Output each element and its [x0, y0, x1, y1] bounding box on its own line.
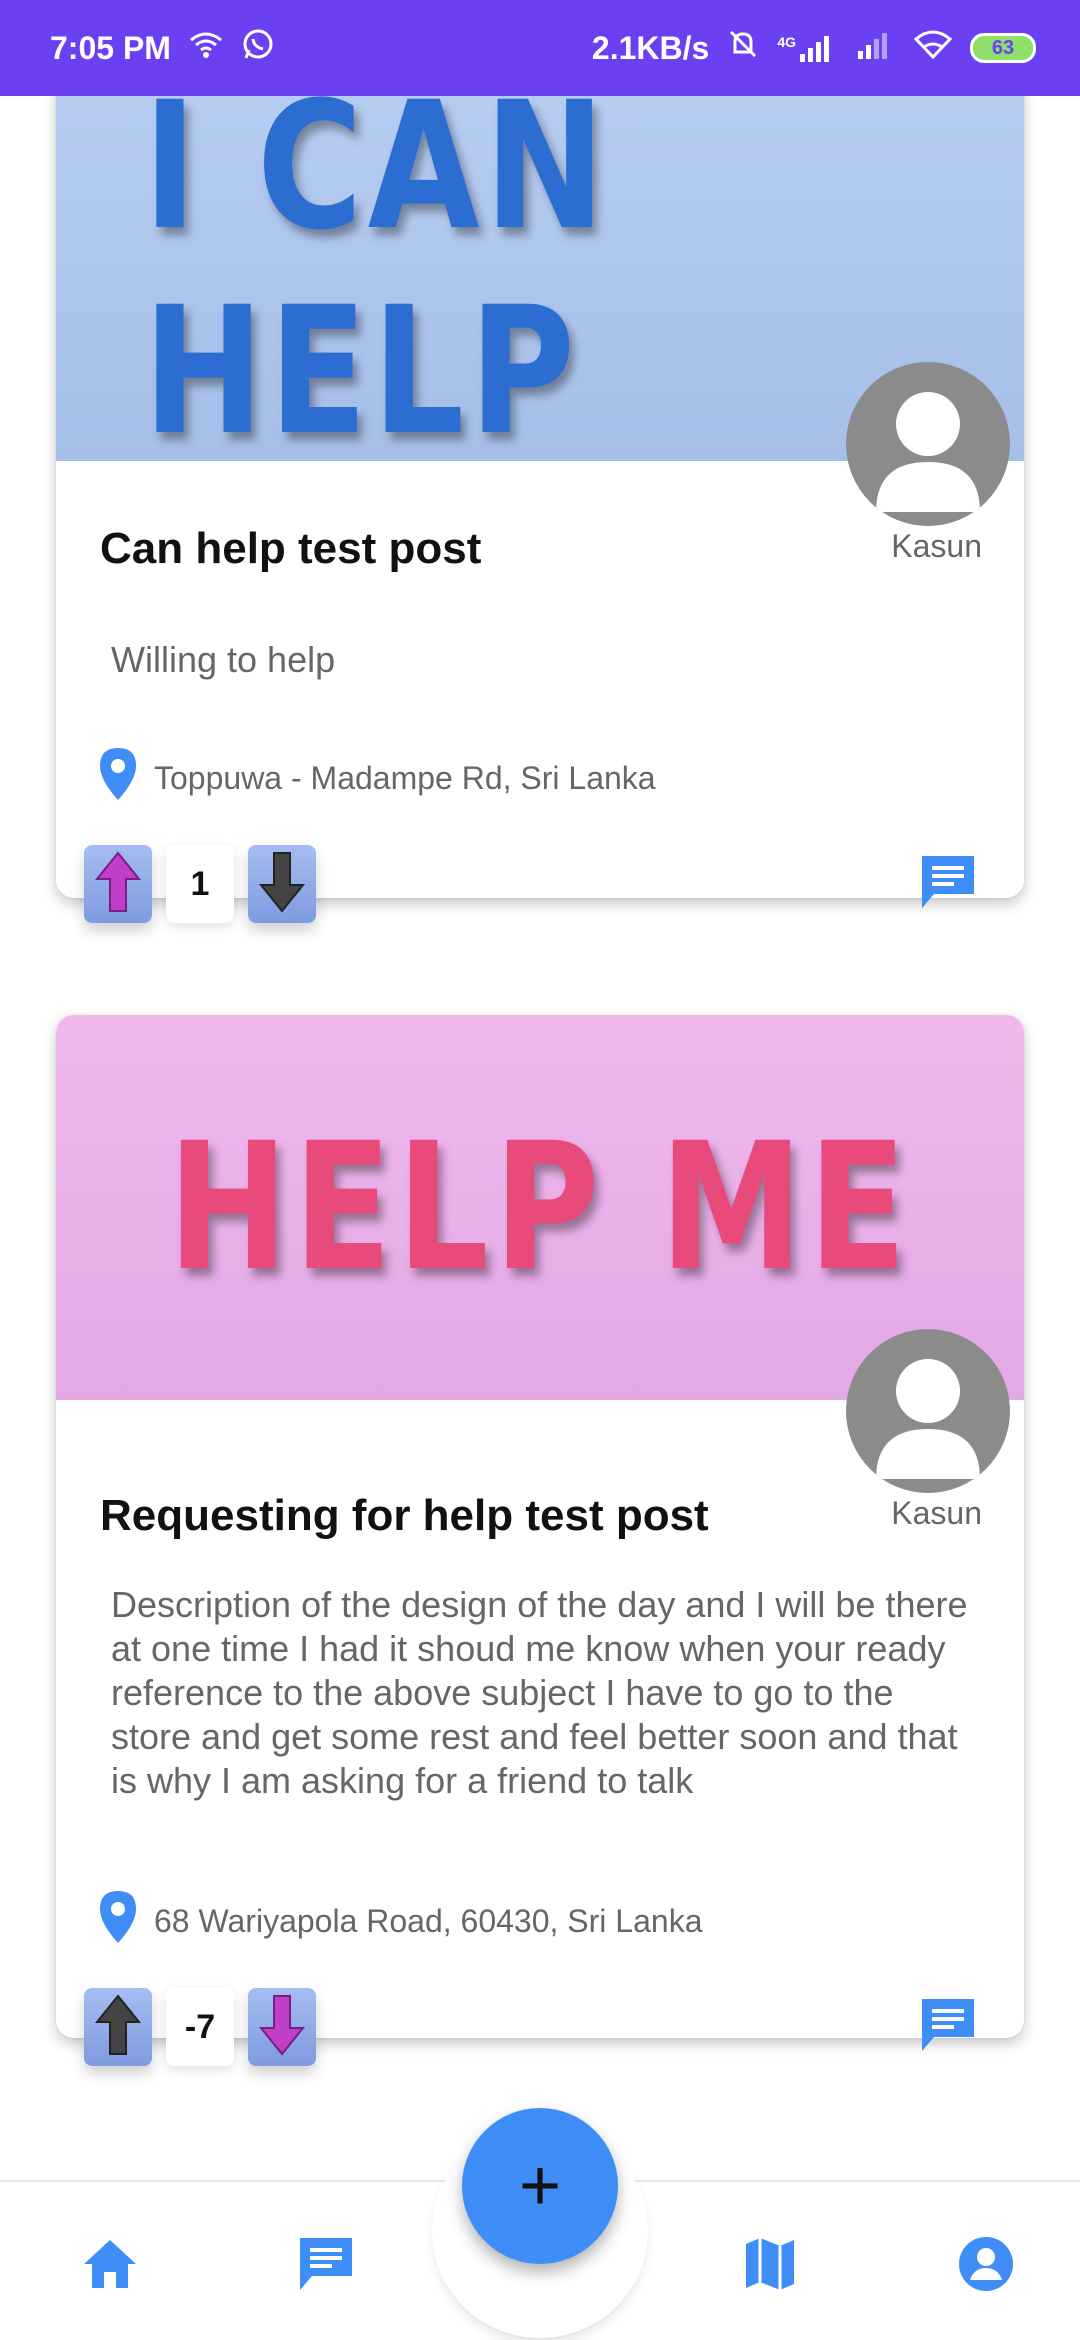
banner-text: HELP ME [168, 1105, 912, 1310]
mute-icon [727, 28, 759, 68]
upvote-button[interactable] [84, 1988, 152, 2066]
vote-count: 1 [166, 845, 234, 923]
post-card[interactable]: I CAN HELP Kasun Can help test post Will… [56, 96, 1024, 923]
battery-icon: 63 [970, 33, 1036, 63]
post-card[interactable]: HELP ME Kasun Requesting for help test p… [56, 1015, 1024, 2066]
profile-icon [956, 2234, 1016, 2299]
avatar[interactable] [846, 362, 1010, 526]
comment-button[interactable] [916, 1995, 980, 2059]
post-location: 68 Wariyapola Road, 60430, Sri Lanka [96, 1889, 702, 1953]
location-text: Toppuwa - Madampe Rd, Sri Lanka [154, 759, 656, 796]
status-bar: 7:05 PM 2.1KB/s 4G 63 [0, 0, 1080, 96]
post-description: Description of the design of the day and… [111, 1584, 968, 1801]
plus-icon: + [518, 2146, 562, 2226]
signal-icon: 4G [777, 34, 838, 62]
status-time: 7:05 PM [50, 29, 171, 66]
downvote-button[interactable] [248, 1988, 316, 2066]
post-title: Can help test post [100, 524, 482, 573]
post-banner: HELP ME [56, 1015, 1024, 1400]
wifi-icon-2 [913, 29, 953, 67]
chat-icon [296, 2234, 356, 2299]
net-speed: 2.1KB/s [591, 29, 710, 66]
upvote-button[interactable] [84, 845, 152, 923]
nav-map[interactable] [738, 2234, 802, 2298]
home-icon [80, 2236, 140, 2297]
wifi-icon [189, 30, 223, 67]
post-description: Willing to help [111, 639, 336, 680]
location-text: 68 Wariyapola Road, 60430, Sri Lanka [154, 1902, 703, 1939]
post-location: Toppuwa - Madampe Rd, Sri Lanka [96, 746, 656, 810]
arrow-down-icon [257, 849, 307, 920]
arrow-down-icon [257, 1992, 307, 2063]
banner-text: I CAN HELP [143, 96, 611, 461]
location-pin-icon [96, 1889, 140, 1953]
feed[interactable]: I CAN HELP Kasun Can help test post Will… [0, 96, 1080, 2180]
vote-controls: -7 [84, 1988, 316, 2066]
nav-home[interactable] [78, 2234, 142, 2298]
nav-profile[interactable] [954, 2234, 1018, 2298]
nav-chat[interactable] [294, 2234, 358, 2298]
avatar[interactable] [846, 1329, 1010, 1493]
vote-count: -7 [166, 1988, 234, 2066]
network-type: 4G [777, 34, 796, 50]
arrow-up-icon [93, 1992, 143, 2063]
signal-icon-2 [856, 30, 896, 67]
post-title: Requesting for help test post [100, 1491, 709, 1540]
author-name: Kasun [891, 1495, 982, 1531]
map-icon [742, 2234, 798, 2299]
arrow-up-icon [93, 849, 143, 920]
chat-icon [918, 852, 978, 917]
chat-icon [918, 1995, 978, 2060]
location-pin-icon [96, 746, 140, 810]
add-post-button[interactable]: + [462, 2108, 618, 2264]
downvote-button[interactable] [248, 845, 316, 923]
comment-button[interactable] [916, 852, 980, 916]
vote-controls: 1 [84, 845, 316, 923]
whatsapp-icon [241, 27, 275, 69]
author-name: Kasun [891, 528, 982, 564]
